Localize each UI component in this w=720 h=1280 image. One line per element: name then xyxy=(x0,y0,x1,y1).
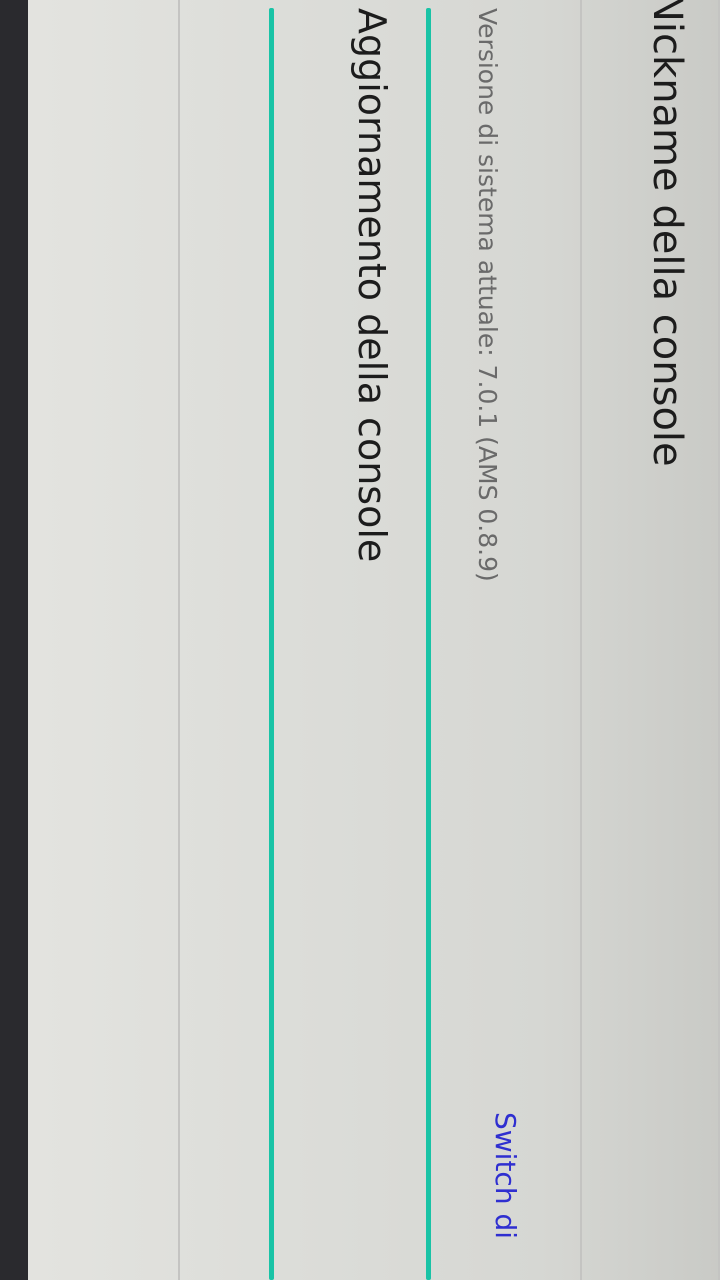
console-update-button[interactable]: Aggiornamento della console xyxy=(350,8,394,562)
console-settings-screen: Nickname della console Versione di siste… xyxy=(0,0,720,1280)
nickname-row[interactable]: Nickname della console xyxy=(582,0,720,1280)
system-version-text: Versione di sistema attuale: 7.0.1 (AMS … xyxy=(473,8,502,582)
photo-stage: Nickname della console Versione di siste… xyxy=(0,0,720,1280)
section-divider xyxy=(178,0,180,1280)
nickname-label: Nickname della console xyxy=(644,0,690,467)
focus-highlight-top xyxy=(426,8,431,1280)
switch-link[interactable]: Switch di xyxy=(489,1112,522,1239)
row-divider xyxy=(580,0,582,1280)
focus-highlight-bottom xyxy=(269,8,274,1280)
console-update-section: Versione di sistema attuale: 7.0.1 (AMS … xyxy=(180,0,580,1280)
screen-bezel xyxy=(0,0,28,1280)
